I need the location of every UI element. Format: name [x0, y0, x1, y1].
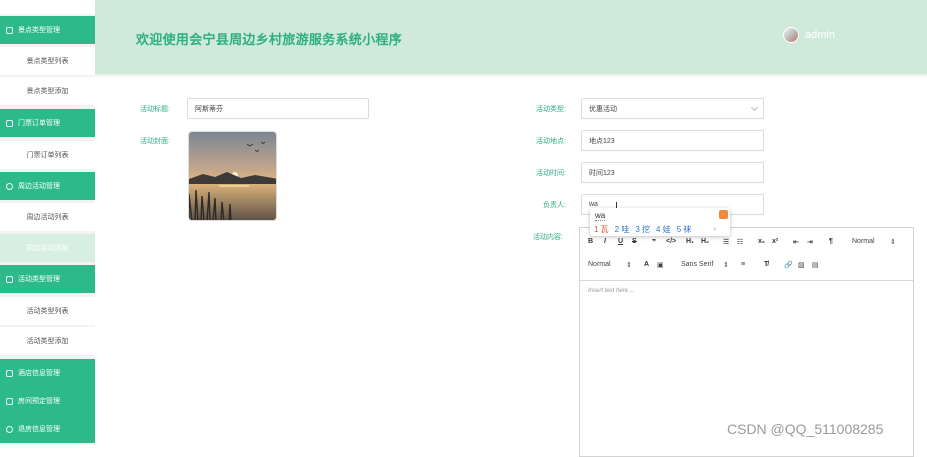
sidebar-item-label: 景点类型管理	[18, 27, 60, 34]
edit-icon	[6, 119, 13, 127]
header1-button[interactable]: H₁	[686, 238, 694, 245]
sidebar: 景点类型管理 景点类型列表 景点类型添加 门票订单管理 门票订单列表 周边活动管…	[0, 0, 95, 445]
blockquote-button[interactable]: ❞	[652, 238, 656, 246]
shield-icon	[6, 182, 13, 190]
font-picker[interactable]: Sans Serif	[681, 261, 713, 268]
page-title: 欢迎使用会宁县周边乡村旅游服务系统小程序	[136, 32, 403, 47]
activity-type-value: 优惠活动	[589, 105, 617, 113]
activity-title-label: 活动标题:	[140, 106, 170, 113]
sidebar-item-label: 门票订单管理	[18, 120, 60, 127]
ime-candidate[interactable]: 1 瓦	[594, 224, 609, 235]
shield-icon	[6, 425, 13, 433]
activity-person-label: 负责人:	[543, 202, 566, 209]
header-divider	[95, 74, 927, 78]
sidebar-item-label: 周边活动列表	[26, 214, 69, 221]
sidebar-group-activities[interactable]: 周边活动管理	[0, 172, 95, 200]
activity-type-select[interactable]: 优惠活动	[581, 98, 764, 119]
sidebar-item-scenic-type-add[interactable]: 景点类型添加	[0, 77, 95, 105]
sidebar-item-label: 酒店信息管理	[18, 370, 60, 377]
clipboard-icon	[6, 369, 13, 377]
sidebar-item-label: 周边活动管理	[18, 183, 60, 190]
activity-title-input[interactable]: 阿斯蒂芬	[187, 98, 369, 119]
chevron-updown-icon: ⇕	[890, 239, 896, 246]
sidebar-item-scenic-type-list[interactable]: 景点类型列表	[0, 47, 95, 75]
outdent-button[interactable]: ⇤	[793, 238, 799, 246]
bold-button[interactable]: B	[588, 238, 593, 245]
activity-time-label: 活动时间:	[536, 170, 566, 177]
sidebar-group-scenic-types[interactable]: 景点类型管理	[0, 16, 95, 44]
activity-time-input[interactable]: 时间123	[581, 162, 764, 183]
ime-next-page-arrow[interactable]: ›	[713, 224, 716, 233]
code-block-button[interactable]: </>	[666, 238, 676, 245]
activity-cover-label: 活动封面:	[140, 138, 170, 145]
sidebar-group-room-booking[interactable]: 房间预定管理	[0, 387, 95, 415]
sidebar-group-hotel-info[interactable]: 酒店信息管理	[0, 359, 95, 387]
sidebar-item-activity-add[interactable]: 周边活动添加	[0, 234, 95, 262]
ime-candidate[interactable]: 2 哇	[615, 224, 630, 235]
chevron-down-icon	[750, 103, 759, 112]
strike-button[interactable]: S	[632, 238, 637, 245]
clipboard-icon	[6, 26, 13, 34]
username[interactable]: admin	[805, 29, 835, 41]
sidebar-item-label: 活动类型列表	[26, 308, 69, 315]
sidebar-group-checkout-info[interactable]: 退房信息管理	[0, 415, 95, 443]
text-direction-button[interactable]: ¶	[829, 238, 833, 245]
video-icon[interactable]: ▤	[812, 261, 819, 269]
header2-button[interactable]: H₂	[701, 238, 709, 245]
align-button[interactable]: ≡	[741, 261, 745, 268]
clear-format-button[interactable]: T̸	[764, 261, 768, 268]
sidebar-group-activity-types[interactable]: 活动类型管理	[0, 265, 95, 293]
watermark: CSDN @QQ_511008285	[727, 421, 884, 437]
link-icon[interactable]: 🔗	[784, 261, 793, 269]
sidebar-item-label: 活动类型管理	[18, 276, 60, 283]
underline-button[interactable]: U	[618, 238, 623, 245]
sidebar-item-label: 景点类型列表	[26, 58, 69, 65]
activity-type-label: 活动类型:	[536, 106, 566, 113]
font-color-button[interactable]: A	[644, 261, 649, 268]
user-avatar[interactable]	[783, 27, 799, 43]
size-picker[interactable]: Normal	[852, 238, 875, 245]
activity-content-label: 活动内容:	[533, 234, 563, 241]
ime-candidates: 1 瓦 2 哇 3 挖 4 娃 5 袜	[594, 224, 691, 235]
superscript-button[interactable]: x²	[772, 238, 778, 245]
image-icon[interactable]: ▨	[798, 261, 805, 269]
sidebar-item-label: 景点类型添加	[26, 88, 69, 95]
chevron-updown-icon: ⇕	[723, 262, 729, 269]
sidebar-item-activity-type-list[interactable]: 活动类型列表	[0, 297, 95, 325]
ime-candidate[interactable]: 4 娃	[656, 224, 671, 235]
italic-button[interactable]: I	[604, 238, 606, 245]
sidebar-item-activity-list[interactable]: 周边活动列表	[0, 203, 95, 231]
ime-candidate-window: wa 1 瓦 2 哇 3 挖 4 娃 5 袜 ›	[590, 208, 730, 236]
ime-composition: wa	[595, 211, 606, 221]
sidebar-item-label: 活动类型添加	[26, 338, 69, 345]
edit-icon	[6, 397, 13, 405]
indent-button[interactable]: ⇥	[807, 238, 813, 246]
top-header: 欢迎使用会宁县周边乡村旅游服务系统小程序 admin	[95, 0, 927, 74]
sunset-lake-image	[189, 132, 276, 220]
sidebar-item-label: 周边活动添加	[26, 245, 69, 252]
ordered-list-button[interactable]: ☰	[723, 238, 729, 246]
editor-placeholder: Insert text here ...	[588, 288, 635, 294]
bullet-list-button[interactable]: ☷	[737, 238, 743, 246]
ime-candidate[interactable]: 5 袜	[677, 224, 692, 235]
sidebar-item-ticket-order-list[interactable]: 门票订单列表	[0, 141, 95, 169]
sidebar-item-top[interactable]	[0, 0, 95, 14]
sidebar-item-activity-type-add[interactable]: 活动类型添加	[0, 327, 95, 355]
header-picker[interactable]: Normal	[588, 261, 611, 268]
activity-location-label: 活动地点:	[536, 138, 566, 145]
sidebar-item-label: 门票订单列表	[26, 152, 69, 159]
clipboard-icon	[6, 275, 13, 283]
sidebar-item-label: 房间预定管理	[18, 398, 60, 405]
activity-cover-image[interactable]	[188, 131, 277, 221]
activity-location-input[interactable]: 地点123	[581, 130, 764, 151]
ime-logo-icon	[719, 210, 728, 219]
subscript-button[interactable]: x₂	[758, 238, 765, 245]
background-color-button[interactable]: ▣	[657, 261, 664, 269]
sidebar-group-ticket-orders[interactable]: 门票订单管理	[0, 109, 95, 137]
ime-candidate[interactable]: 3 挖	[635, 224, 650, 235]
sidebar-item-label: 退房信息管理	[18, 426, 60, 433]
chevron-updown-icon: ⇕	[626, 262, 632, 269]
